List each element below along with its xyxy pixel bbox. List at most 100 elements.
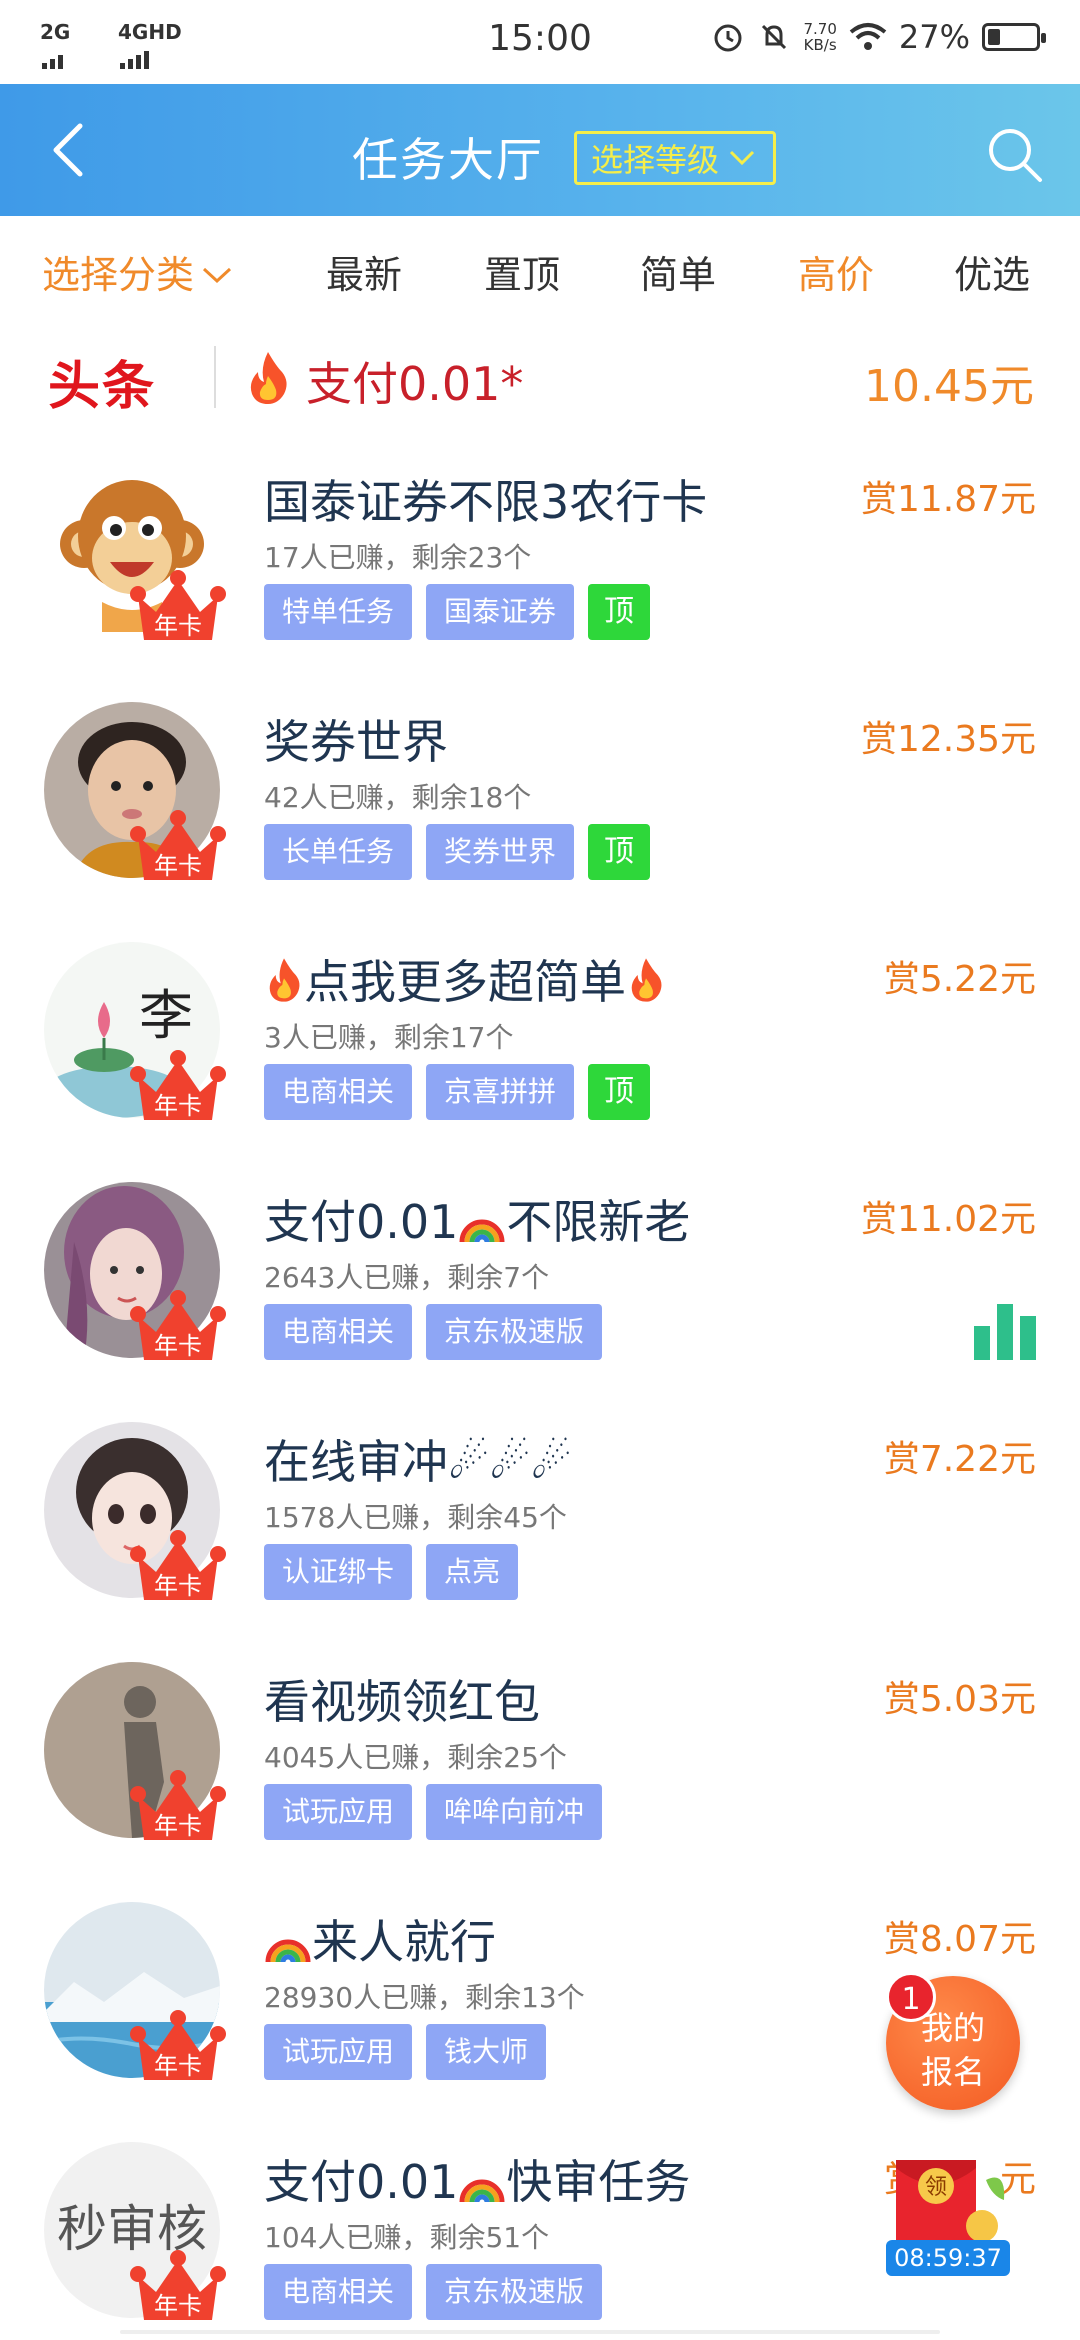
bar-chart-icon[interactable] bbox=[972, 1296, 1038, 1362]
wifi-icon bbox=[849, 23, 887, 50]
tag: 电商相关 bbox=[264, 2264, 413, 2320]
task-item[interactable]: 年卡 在线审冲☄☄☄ 赏7.22元 1578人已赚，剩余45个 认证绑卡 点亮 bbox=[0, 1408, 1080, 1648]
task-item[interactable]: 年卡 支付0.01 不限新老 赏11.02元 2643人已赚，剩余7个 电商相关 … bbox=[0, 1168, 1080, 1408]
crown-badge-text: 年卡 bbox=[154, 1092, 202, 1120]
task-item[interactable]: 李 年卡 点我更多超简单 赏5.22元 3人已赚，剩余17个 电商相关 京喜拼拼… bbox=[0, 928, 1080, 1168]
tag: 奖券世界 bbox=[426, 824, 575, 880]
task-reward: 赏5.22元 bbox=[883, 959, 1036, 1000]
task-reward: 赏12.35元 bbox=[860, 719, 1036, 760]
app-header: 任务大厅 选择等级 bbox=[0, 84, 1080, 216]
headline-logo: 头条 bbox=[48, 357, 157, 417]
net-speed-unit: KB/s bbox=[803, 36, 837, 54]
task-stats: 104人已赚，剩余51个 bbox=[264, 2221, 550, 2254]
fire-icon bbox=[250, 352, 287, 404]
headline-text: 支付0.01* bbox=[306, 357, 524, 411]
red-packet-label: 领 bbox=[925, 2175, 947, 2200]
category-bar: 选择分类 最新 置顶 简单 高价 优选 bbox=[0, 216, 1080, 326]
task-title-text: 支付0.01 bbox=[264, 1195, 459, 1249]
crown-badge-text: 年卡 bbox=[154, 1572, 202, 1600]
select-category-dropdown[interactable]: 选择分类 bbox=[42, 244, 232, 299]
task-title-text: 快审任务 bbox=[506, 2155, 691, 2209]
home-indicator bbox=[120, 2330, 940, 2334]
headline-banner[interactable]: 头条 支付0.01* 10.45元 bbox=[0, 326, 1080, 436]
task-tags: 电商相关 京东极速版 bbox=[264, 2264, 603, 2320]
pinned-tag: 顶 bbox=[588, 584, 651, 640]
signup-label-line2: 报名 bbox=[920, 2053, 985, 2091]
tab-featured[interactable]: 优选 bbox=[954, 244, 1030, 299]
tag: 认证绑卡 bbox=[264, 1544, 413, 1600]
tag: 试玩应用 bbox=[264, 1784, 413, 1840]
tab-pinned[interactable]: 置顶 bbox=[484, 244, 560, 299]
alarm-icon bbox=[714, 24, 742, 52]
task-title: 点我更多超简单 bbox=[264, 946, 666, 1012]
task-reward: 赏11.87元 bbox=[860, 479, 1036, 520]
tag: 国泰证券 bbox=[426, 584, 575, 640]
crown-icon: 年卡 bbox=[130, 570, 226, 640]
tab-simple[interactable]: 简单 bbox=[640, 244, 716, 299]
battery-icon bbox=[982, 23, 1046, 51]
crown-badge-text: 年卡 bbox=[154, 1812, 202, 1840]
task-reward: 赏5.03元 bbox=[883, 1679, 1036, 1720]
net-speed: 7.70 KB/s bbox=[803, 21, 836, 53]
task-title: 在线审冲☄☄☄ bbox=[264, 1435, 572, 1489]
task-reward: 赏7.22元 bbox=[883, 1439, 1036, 1480]
task-stats: 42人已赚，剩余18个 bbox=[264, 781, 532, 814]
task-title-text: 支付0.01 bbox=[264, 2155, 459, 2209]
chevron-down-icon bbox=[202, 267, 232, 284]
task-tags: 认证绑卡 点亮 bbox=[264, 1544, 519, 1600]
status-icons: 7.70 KB/s 27% bbox=[711, 18, 1046, 56]
divider bbox=[214, 346, 216, 408]
task-tags: 电商相关 京东极速版 bbox=[264, 1304, 603, 1360]
task-title-text: 不限新老 bbox=[506, 1195, 691, 1249]
tag: 京东极速版 bbox=[426, 2264, 603, 2320]
task-tags: 试玩应用 钱大师 bbox=[264, 2024, 547, 2080]
chevron-down-icon bbox=[729, 150, 755, 166]
task-tags: 长单任务 奖券世界 顶 bbox=[264, 824, 651, 880]
mute-icon bbox=[762, 24, 787, 50]
task-stats: 2643人已赚，剩余7个 bbox=[264, 1261, 550, 1294]
tag: 钱大师 bbox=[426, 2024, 547, 2080]
task-reward: 赏8.07元 bbox=[883, 1919, 1036, 1960]
fire-icon bbox=[631, 958, 662, 1002]
rainbow-icon bbox=[265, 1939, 311, 1963]
rainbow-icon bbox=[459, 1219, 505, 1243]
pinned-tag: 顶 bbox=[588, 1064, 651, 1120]
task-title: 支付0.01 不限新老 bbox=[264, 1186, 690, 1252]
headline-amount: 10.45元 bbox=[864, 361, 1034, 412]
page-title: 任务大厅 bbox=[352, 133, 544, 187]
task-item[interactable]: 年卡 国泰证券不限3农行卡 赏11.87元 17人已赚，剩余23个 特单任务 国… bbox=[0, 448, 1080, 688]
select-category-label: 选择分类 bbox=[42, 253, 195, 297]
task-stats: 1578人已赚，剩余45个 bbox=[264, 1501, 567, 1534]
tab-high-price[interactable]: 高价 bbox=[798, 244, 874, 299]
fire-icon bbox=[269, 958, 300, 1002]
back-icon[interactable] bbox=[40, 120, 100, 180]
pinned-tag: 顶 bbox=[588, 824, 651, 880]
search-icon[interactable] bbox=[986, 126, 1044, 184]
rainbow-icon bbox=[459, 2179, 505, 2203]
task-title: 看视频领红包 bbox=[264, 1675, 540, 1729]
battery-fill bbox=[988, 29, 1001, 45]
task-title: 国泰证券不限3农行卡 bbox=[264, 475, 708, 529]
select-level-button[interactable]: 选择等级 bbox=[574, 131, 777, 185]
tag: 试玩应用 bbox=[264, 2024, 413, 2080]
select-level-label: 选择等级 bbox=[591, 141, 720, 179]
task-item[interactable]: 年卡 奖券世界 赏12.35元 42人已赚，剩余18个 长单任务 奖券世界 顶 bbox=[0, 688, 1080, 928]
crown-icon: 年卡 bbox=[130, 1050, 226, 1120]
net-speed-value: 7.70 bbox=[803, 20, 837, 38]
crown-badge-text: 年卡 bbox=[154, 2052, 202, 2080]
task-tags: 电商相关 京喜拼拼 顶 bbox=[264, 1064, 651, 1120]
task-title: 支付0.01 快审任务 bbox=[264, 2146, 690, 2212]
task-title: 来人就行 bbox=[264, 1906, 496, 1972]
crown-badge-text: 年卡 bbox=[154, 1332, 202, 1360]
tab-newest[interactable]: 最新 bbox=[326, 244, 402, 299]
tag: 电商相关 bbox=[264, 1064, 413, 1120]
countdown-timer: 08:59:37 bbox=[886, 2240, 1010, 2276]
task-item[interactable]: 年卡 看视频领红包 赏5.03元 4045人已赚，剩余25个 试玩应用 哞哞向前… bbox=[0, 1648, 1080, 1888]
crown-icon: 年卡 bbox=[130, 810, 226, 880]
crown-icon: 年卡 bbox=[130, 2250, 226, 2320]
tag: 点亮 bbox=[426, 1544, 519, 1600]
task-stats: 28930人已赚，剩余13个 bbox=[264, 1981, 585, 2014]
task-title-text: 来人就行 bbox=[312, 1915, 496, 1969]
battery-percent: 27% bbox=[898, 18, 970, 56]
signup-count-badge: 1 bbox=[886, 1972, 936, 2022]
